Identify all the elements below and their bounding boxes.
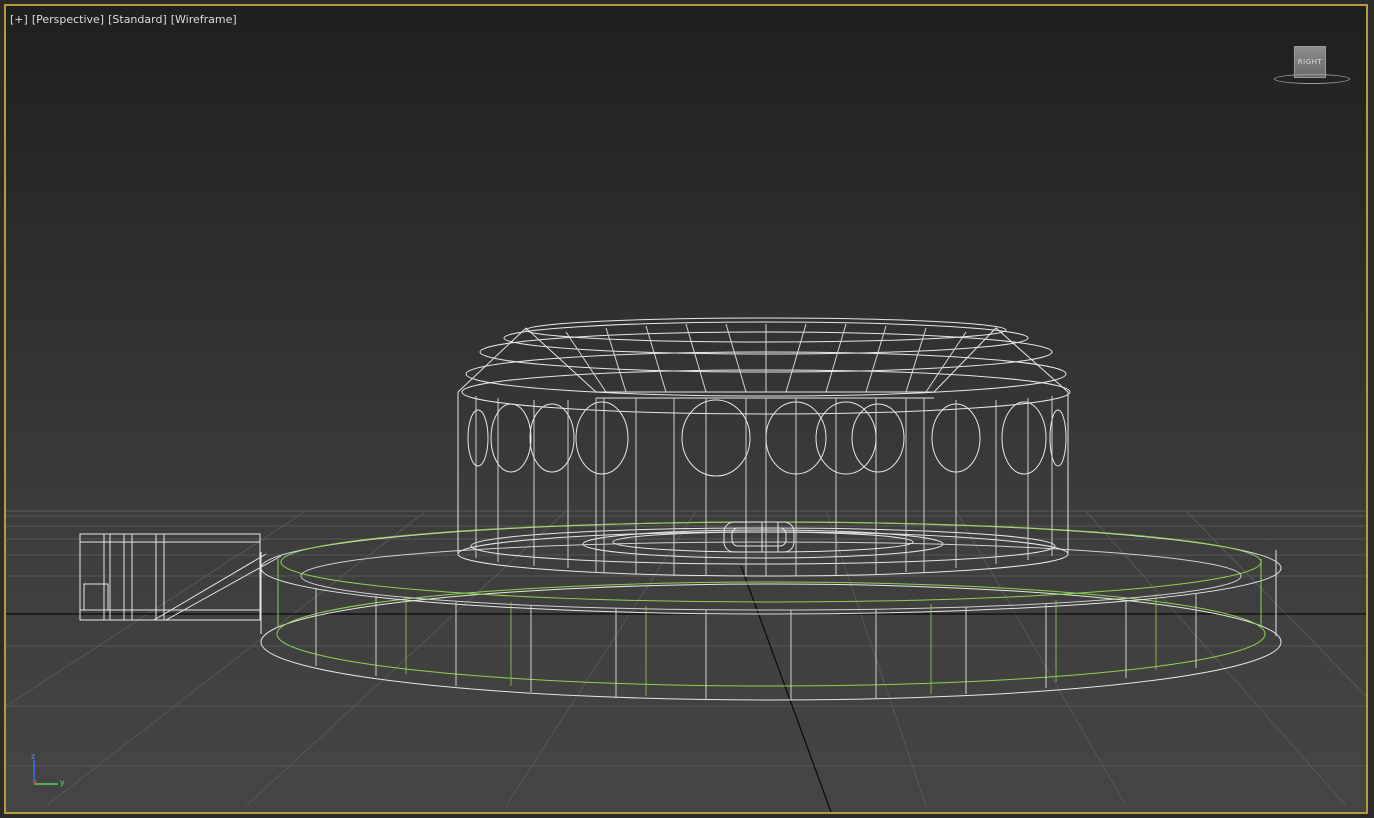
world-y-axis-line bbox=[740, 565, 832, 812]
axis-tripod: z y bbox=[28, 752, 72, 792]
viewcube-compass-ring[interactable] bbox=[1274, 74, 1350, 84]
viewcube[interactable]: RIGHT bbox=[1272, 44, 1352, 88]
wireframe-scene[interactable] bbox=[6, 6, 1366, 812]
perspective-viewport[interactable]: [+] [Perspective] [Standard] [Wireframe] bbox=[4, 4, 1368, 814]
viewport-label-menu: [+] [Perspective] [Standard] [Wireframe] bbox=[10, 13, 241, 26]
home-grid bbox=[6, 510, 1366, 807]
axis-y-label: y bbox=[60, 778, 65, 787]
dome-building-wireframe bbox=[457, 317, 1071, 577]
viewport-point-of-view-menu[interactable]: [Perspective] bbox=[32, 13, 104, 26]
viewport-general-menu[interactable]: [+] bbox=[10, 13, 28, 26]
base-ring-wireframe bbox=[260, 521, 1282, 701]
viewport-display-mode-menu[interactable]: [Wireframe] bbox=[171, 13, 237, 26]
axis-z-label: z bbox=[31, 752, 36, 761]
viewport-shading-menu[interactable]: [Standard] bbox=[108, 13, 167, 26]
